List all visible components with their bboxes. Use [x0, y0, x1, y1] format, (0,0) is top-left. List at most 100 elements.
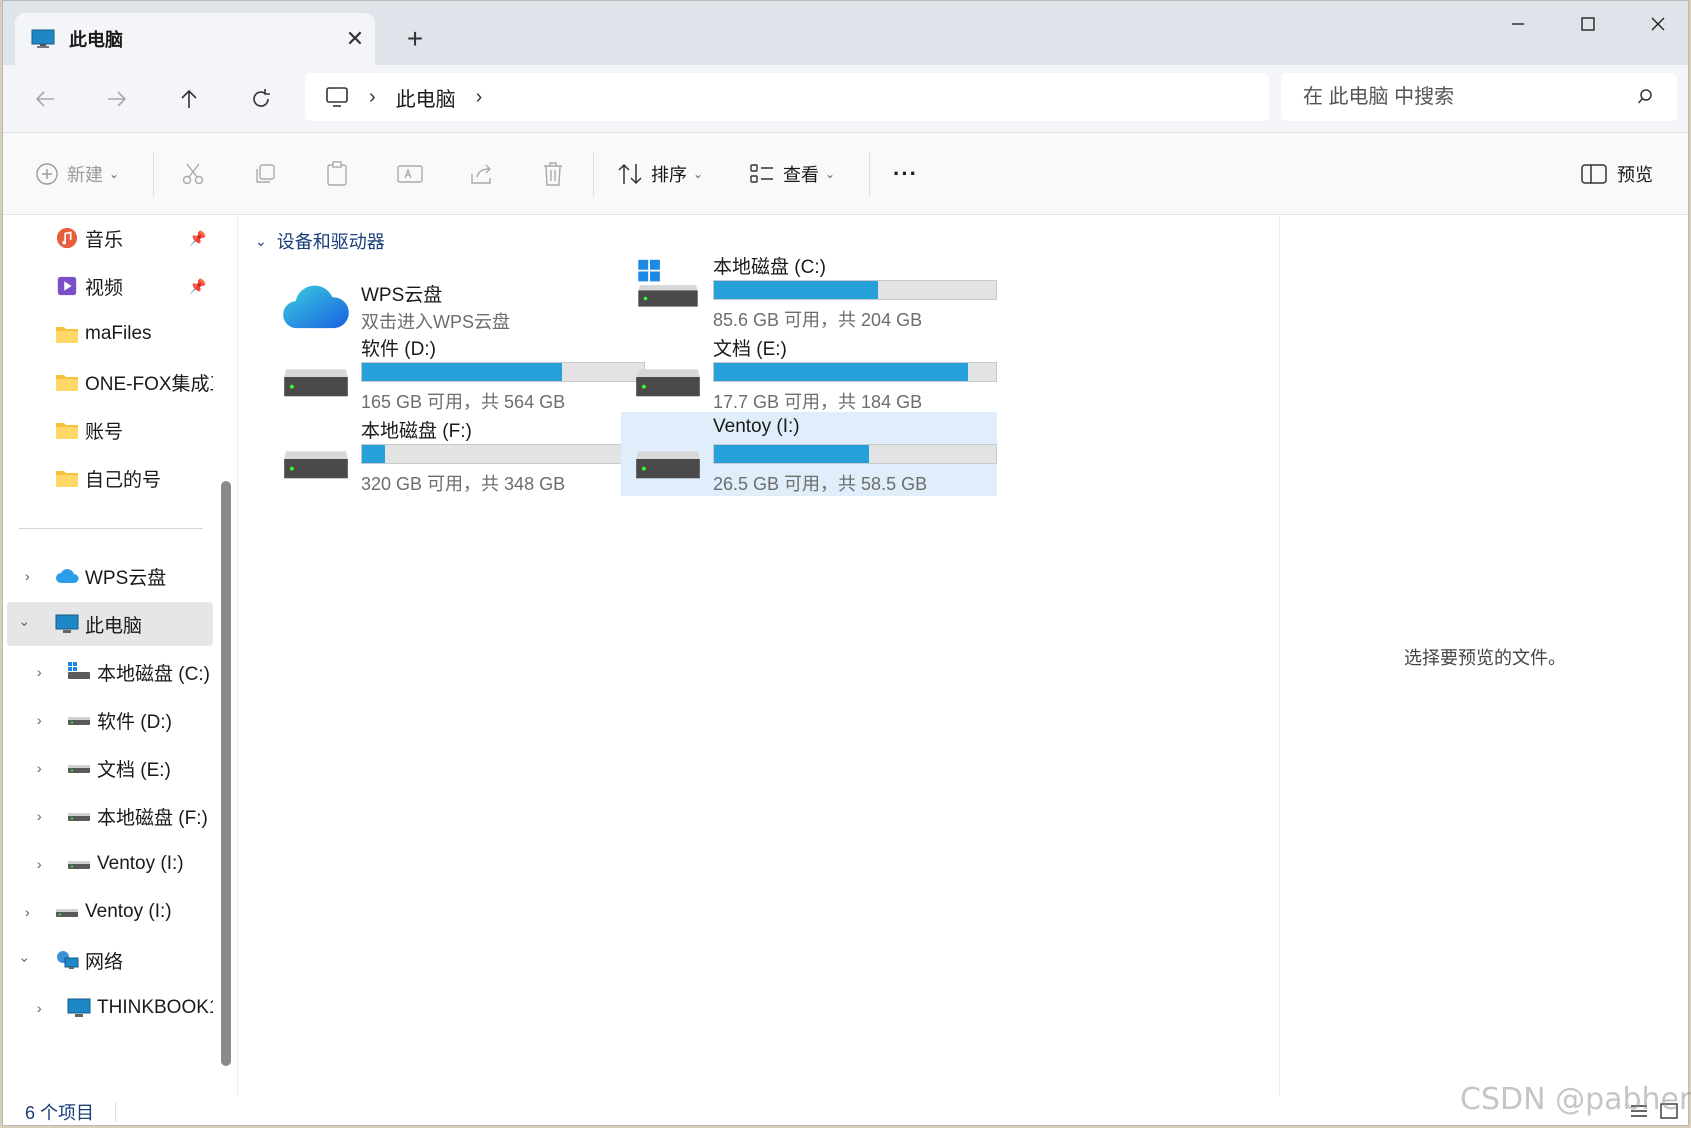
drive-name: 文档 (E:)	[713, 339, 787, 360]
address-bar[interactable]: › 此电脑 ›	[305, 73, 1269, 121]
breadcrumb-this-pc[interactable]: 此电脑	[396, 83, 456, 112]
sidebar-item-this-pc[interactable]: › 此电脑	[7, 602, 213, 646]
drive-i-item[interactable]: Ventoy (I:) 26.5 GB 可用，共 58.5 GB	[621, 412, 997, 496]
pin-icon[interactable]: 📌	[189, 278, 206, 295]
drive-name: 软件 (D:)	[361, 339, 436, 360]
copy-button[interactable]	[253, 154, 277, 194]
chevron-right-icon[interactable]: ›	[25, 568, 30, 584]
chevron-right-icon[interactable]: ›	[37, 760, 42, 776]
drive-icon	[636, 369, 700, 397]
close-window-button[interactable]	[1623, 1, 1688, 47]
chevron-right-icon[interactable]: ›	[37, 712, 42, 728]
sidebar-item-accounts[interactable]: 账号	[3, 408, 213, 452]
sidebar-item-network[interactable]: › 网络	[3, 938, 213, 982]
chevron-down-icon: ⌄	[255, 232, 267, 249]
drive-name: 本地磁盘 (C:)	[713, 257, 826, 278]
drive-usage-fill	[714, 445, 870, 463]
sidebar-item-one-fox[interactable]: ONE-FOX集成工	[3, 360, 213, 404]
back-button[interactable]	[25, 79, 65, 119]
search-icon	[1637, 89, 1652, 104]
drive-usage-bar	[713, 444, 997, 464]
chevron-down-icon[interactable]: ›	[17, 958, 33, 963]
chevron-right-icon[interactable]: ›	[37, 664, 42, 680]
sidebar-item-video[interactable]: 视频 📌	[3, 264, 213, 308]
maximize-button[interactable]	[1553, 1, 1623, 47]
refresh-button[interactable]	[241, 79, 281, 119]
paste-button[interactable]	[325, 154, 349, 194]
drive-space-info: 165 GB 可用，共 564 GB	[361, 392, 566, 412]
rename-button[interactable]	[397, 154, 423, 194]
chevron-right-icon[interactable]: ›	[37, 1000, 42, 1016]
new-tab-button[interactable]: +	[395, 19, 435, 59]
pin-icon[interactable]: 📌	[189, 230, 206, 247]
toolbar-divider	[153, 151, 154, 197]
sidebar-item-label: Ventoy (I:)	[97, 853, 184, 874]
close-tab-icon[interactable]: ✕	[335, 19, 375, 59]
new-button-label: 新建	[67, 165, 103, 185]
tab-title: 此电脑	[69, 30, 123, 50]
breadcrumb-separator[interactable]: ›	[369, 86, 376, 109]
sidebar-item-drive-c[interactable]: › 本地磁盘 (C:)	[3, 650, 213, 694]
preview-message: 选择要预览的文件。	[1404, 648, 1566, 668]
status-divider	[115, 1102, 116, 1122]
drive-f-item[interactable]: 本地磁盘 (F:) 320 GB 可用，共 348 GB	[269, 412, 645, 496]
drive-icon	[68, 813, 90, 821]
video-icon	[57, 276, 77, 296]
arrow-up-icon	[181, 89, 197, 108]
folder-icon	[56, 423, 78, 439]
new-button[interactable]: 新建 ⌄	[35, 154, 119, 194]
chevron-right-icon[interactable]: ›	[37, 856, 42, 872]
more-options-button[interactable]: ···	[893, 154, 918, 194]
plus-circle-icon	[36, 163, 58, 185]
drive-usage-bar	[713, 280, 997, 300]
share-icon	[471, 164, 491, 184]
devices-group-header[interactable]: ⌄ 设备和驱动器	[255, 228, 385, 254]
view-button[interactable]: 查看 ⌄	[749, 154, 835, 194]
drive-usage-bar	[713, 362, 997, 382]
breadcrumb-separator[interactable]: ›	[476, 86, 483, 109]
forward-button[interactable]	[97, 79, 137, 119]
search-box[interactable]	[1281, 73, 1677, 121]
chevron-down-icon[interactable]: ›	[17, 622, 33, 627]
search-input[interactable]	[1303, 85, 1637, 109]
delete-button[interactable]	[541, 154, 565, 194]
up-button[interactable]	[169, 79, 209, 119]
arrow-right-icon	[108, 91, 127, 107]
drive-space-info: 17.7 GB 可用，共 184 GB	[713, 392, 923, 412]
chevron-right-icon[interactable]: ›	[25, 904, 30, 920]
sidebar-scrollbar[interactable]	[221, 481, 231, 1066]
sidebar-item-mafiles[interactable]: maFiles	[3, 312, 213, 356]
rename-icon	[397, 165, 423, 183]
chevron-down-icon: ⌄	[109, 167, 120, 181]
drive-name: 本地磁盘 (F:)	[361, 421, 472, 442]
view-button-label: 查看	[783, 165, 819, 185]
drive-icon	[56, 909, 78, 917]
cut-button[interactable]	[181, 154, 205, 194]
preview-pane-button[interactable]: 预览	[1581, 154, 1653, 194]
minimize-button[interactable]	[1483, 1, 1553, 47]
drive-c-item[interactable]: 本地磁盘 (C:) 85.6 GB 可用，共 204 GB	[621, 248, 997, 332]
pc-icon	[31, 29, 55, 48]
sidebar-item-wps-cloud[interactable]: › WPS云盘	[3, 554, 213, 598]
drive-d-item[interactable]: 软件 (D:) 165 GB 可用，共 564 GB	[269, 330, 645, 414]
sidebar-item-label: 视频	[85, 277, 124, 299]
sort-button[interactable]: 排序 ⌄	[617, 154, 703, 194]
command-bar: 新建 ⌄ 排序 ⌄ 查看 ⌄ ··· 预览	[3, 133, 1688, 215]
share-button[interactable]	[469, 154, 495, 194]
sidebar-item-own-accounts[interactable]: 自己的号	[3, 456, 213, 500]
sidebar-item-drive-i[interactable]: › Ventoy (I:)	[3, 842, 213, 886]
sidebar-item-drive-e[interactable]: › 文档 (E:)	[3, 746, 213, 790]
sidebar-item-music[interactable]: 音乐 📌	[3, 216, 213, 260]
sidebar-item-thinkbook[interactable]: › THINKBOOK1	[3, 986, 213, 1030]
sidebar-item-label: 音乐	[85, 229, 124, 251]
sidebar-item-drive-d[interactable]: › 软件 (D:)	[3, 698, 213, 742]
drive-usage-fill	[714, 363, 968, 381]
tab-this-pc[interactable]: 此电脑 ✕	[15, 13, 375, 65]
sidebar-item-label: 此电脑	[85, 615, 143, 637]
sidebar-item-label: THINKBOOK1	[97, 997, 213, 1018]
sidebar-item-drive-f[interactable]: › 本地磁盘 (F:)	[3, 794, 213, 838]
chevron-right-icon[interactable]: ›	[37, 808, 42, 824]
chevron-down-icon: ⌄	[825, 167, 836, 181]
sidebar-item-ventoy[interactable]: › Ventoy (I:)	[3, 890, 213, 934]
drive-e-item[interactable]: 文档 (E:) 17.7 GB 可用，共 184 GB	[621, 330, 997, 414]
